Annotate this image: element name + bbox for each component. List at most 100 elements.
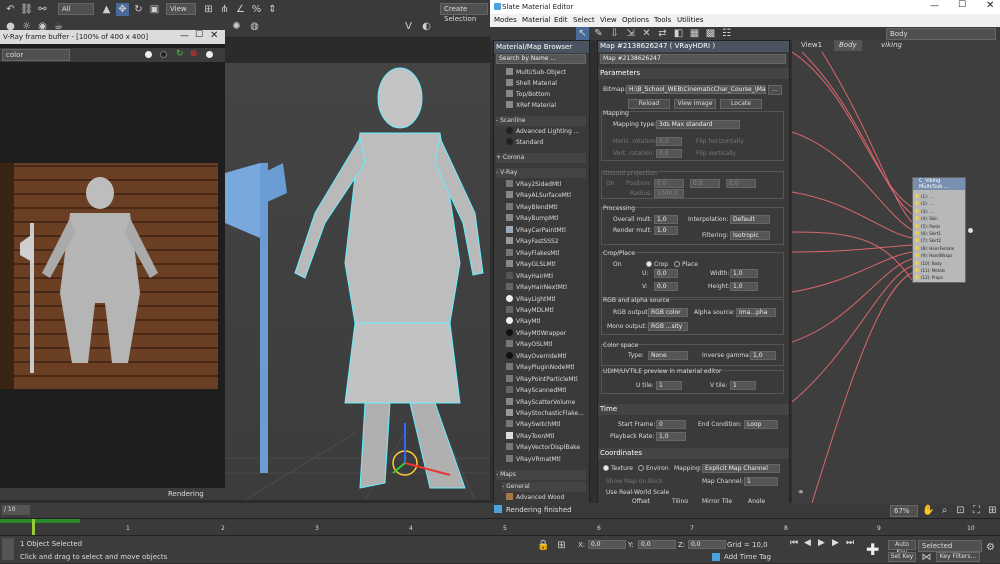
link-icon[interactable]: ⛓ [20, 3, 33, 16]
view-image-button[interactable]: View image [674, 99, 716, 109]
time-config-icon[interactable]: ⚙ [984, 541, 997, 554]
select-move-icon[interactable]: ✥ [116, 3, 129, 16]
sme-close-icon[interactable]: ✕ [986, 0, 994, 11]
list-item[interactable]: VRayOSLMtl [506, 340, 586, 350]
absolute-mode-icon[interactable]: ⊞ [555, 539, 568, 552]
node-slot[interactable]: (5): Pants [915, 223, 961, 230]
node-slot[interactable]: (11): Metals [915, 268, 961, 274]
browser-search-input[interactable]: Search by Name ... [496, 54, 586, 64]
z-coordinate-field[interactable]: 0,0 [688, 540, 726, 549]
time-slider[interactable]: / 10 [0, 503, 490, 518]
select-rotate-icon[interactable]: ↻ [132, 3, 145, 16]
mapping-dropdown[interactable]: Explicit Map Channel [702, 464, 780, 473]
group-maps[interactable]: - Maps [496, 470, 586, 480]
white-dot-icon[interactable] [145, 51, 152, 58]
slot-socket-icon[interactable] [915, 201, 919, 206]
crop-height-field[interactable]: 1,0 [730, 282, 758, 291]
next-frame-icon[interactable]: ▶ [832, 538, 839, 548]
tab-view1[interactable]: View1 [796, 40, 827, 51]
slot-socket-icon[interactable] [915, 275, 919, 280]
view-name-dropdown[interactable]: Body [886, 28, 996, 40]
close-icon[interactable]: ✕ [210, 30, 218, 41]
binoculars-icon[interactable]: ⚭ [797, 488, 805, 498]
light-icon[interactable]: ✺ [230, 20, 243, 33]
sme-minimize-icon[interactable]: — [930, 1, 939, 11]
set-key-button[interactable]: Set Key [888, 552, 916, 562]
slot-socket-icon[interactable] [915, 260, 919, 265]
select-tool-icon[interactable]: ↖ [576, 27, 589, 40]
black-dot-icon[interactable] [160, 51, 167, 58]
locate-button[interactable]: Locate [720, 99, 762, 109]
list-item[interactable]: VRayToonMtl [506, 431, 586, 442]
list-item[interactable]: VRayCarPaintMtl [506, 225, 586, 236]
show-map-icon[interactable]: ▦ [688, 27, 701, 40]
time-marker[interactable] [32, 519, 35, 535]
list-item[interactable]: Multi/Sub-Object [506, 68, 586, 78]
list-item[interactable]: XRef Material [506, 101, 586, 111]
rollout-coordinates[interactable]: Coordinates [598, 448, 789, 459]
goto-start-icon[interactable]: ⏮ [790, 538, 798, 548]
interpolation-dropdown[interactable]: Default [730, 215, 770, 224]
menu-view[interactable]: View [600, 16, 617, 24]
perspective-viewport[interactable] [225, 63, 490, 501]
tab-body[interactable]: Body [834, 40, 862, 51]
list-item[interactable]: VRayHairNextMtl [506, 283, 586, 293]
mapping-type-dropdown[interactable]: 3ds Max standard [656, 120, 740, 129]
list-item[interactable]: VRayScannedMtl [506, 386, 586, 396]
zoom-icon[interactable]: ⌕ [938, 504, 951, 517]
node-slot[interactable]: (4): Skin [915, 216, 961, 222]
slot-socket-icon[interactable] [915, 208, 919, 213]
reload-button[interactable]: Reload [628, 99, 670, 109]
environ-radio[interactable] [638, 465, 644, 471]
viking-model[interactable] [225, 63, 490, 501]
node-slot[interactable]: (3): ... [915, 208, 961, 215]
alpha-source-dropdown[interactable]: Ima...pha [736, 308, 776, 317]
select-object-icon[interactable]: ▲ [100, 3, 113, 16]
assign-material-icon[interactable]: ⇲ [624, 27, 637, 40]
slot-socket-icon[interactable] [915, 238, 919, 243]
list-item[interactable]: VRaySwitchMtl [506, 420, 586, 430]
key-filters-button[interactable]: Key Filters... [936, 552, 980, 562]
render-mult-field[interactable]: 1,0 [654, 226, 678, 235]
inverse-gamma-field[interactable]: 1,0 [750, 351, 776, 360]
vray-icon[interactable]: V [402, 20, 415, 33]
list-item[interactable]: VRayHairMtl [506, 271, 586, 282]
bitmap-browse-button[interactable]: ... [768, 85, 782, 95]
zoom-dropdown[interactable]: 67% [890, 505, 918, 517]
rgb-output-dropdown[interactable]: RGB color [648, 308, 688, 317]
list-item[interactable]: VRayPointParticleMtl [506, 374, 586, 385]
type-dropdown[interactable]: None [648, 351, 688, 360]
hide-icon[interactable]: ◧ [672, 27, 685, 40]
add-time-tag[interactable]: Add Time Tag [724, 553, 771, 561]
undo-icon[interactable]: ↶ [4, 3, 17, 16]
node-slot[interactable]: (9): HandWraps [915, 253, 961, 259]
position-z-field[interactable]: 0,0 [726, 179, 756, 188]
v-tile-field[interactable]: 1 [730, 381, 756, 390]
slot-socket-icon[interactable] [915, 223, 919, 228]
lock-selection-icon[interactable]: 🔒 [537, 539, 550, 552]
list-item[interactable]: VRayMtl [506, 317, 586, 327]
slot-socket-icon[interactable] [915, 216, 919, 221]
group-vray[interactable]: - V-Ray [496, 168, 586, 178]
menu-select[interactable]: Select [573, 16, 595, 24]
list-item[interactable]: VRayLightMtl [506, 294, 586, 305]
percent-snap-icon[interactable]: % [250, 3, 263, 16]
map-name-input[interactable]: Map #2138626247 [600, 54, 786, 64]
menu-edit[interactable]: Edit [554, 16, 568, 24]
put-material-icon[interactable]: ⇩ [608, 27, 621, 40]
bitmap-path-field[interactable]: H:\B_School_WEB\CinematicChar_Course_\Ma… [626, 85, 766, 94]
slot-socket-icon[interactable] [915, 253, 919, 258]
menu-utilities[interactable]: Utilities [677, 16, 703, 24]
menu-options[interactable]: Options [622, 16, 649, 24]
node-slot[interactable]: (2): ... [915, 201, 961, 207]
position-y-field[interactable]: 0,0 [690, 179, 720, 188]
rollout-time[interactable]: Time [598, 404, 789, 415]
background-icon[interactable]: ▩ [704, 27, 717, 40]
selection-filter-dropdown[interactable]: All [58, 3, 94, 15]
layout-all-icon[interactable]: ⊞ [986, 504, 999, 517]
play-icon[interactable]: ▶ [818, 538, 825, 548]
list-item[interactable]: VRayOverrideMtl [506, 351, 586, 362]
delete-icon[interactable]: ✕ [640, 27, 653, 40]
node-slot[interactable]: (6): Skirt1 [915, 231, 961, 237]
place-radio[interactable] [674, 261, 680, 267]
